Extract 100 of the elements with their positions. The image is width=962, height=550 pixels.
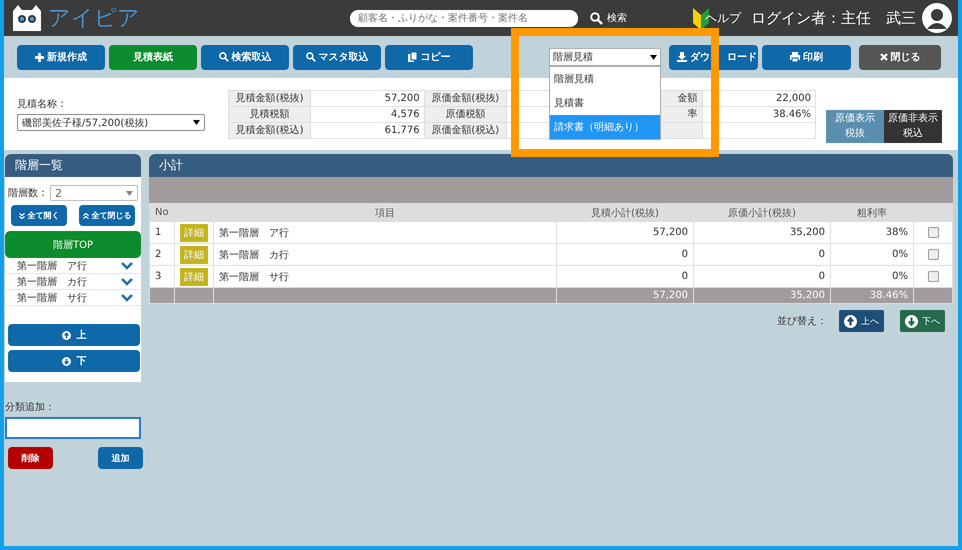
copy-icon bbox=[408, 52, 418, 62]
toolbar-button[interactable]: 検索取込 bbox=[201, 44, 289, 70]
panel-header: 小計 bbox=[149, 154, 953, 177]
tree-item[interactable]: 第一階層 カ行 bbox=[17, 274, 87, 288]
help-link[interactable]: ヘルプ bbox=[705, 10, 741, 26]
download-icon bbox=[677, 52, 687, 62]
search-icon bbox=[306, 52, 316, 62]
toolbar-button[interactable]: 見積表紙 bbox=[109, 44, 197, 70]
table-cell: 35,200 bbox=[790, 227, 825, 238]
caret-icon bbox=[126, 190, 133, 196]
delete-button[interactable]: 削除 bbox=[8, 447, 53, 469]
panel-header: 階層一覧 bbox=[5, 154, 141, 177]
table-cell: 1 bbox=[155, 227, 162, 238]
summary-label: 見積税額 bbox=[250, 109, 290, 120]
move-up-button[interactable]: 上 bbox=[8, 324, 140, 346]
table-cell: 2 bbox=[155, 249, 162, 260]
toolbar-button[interactable]: コピー bbox=[385, 44, 473, 70]
app-logo[interactable]: アイピア bbox=[48, 3, 140, 33]
chevron-icon[interactable] bbox=[121, 278, 133, 286]
dropdown-option[interactable]: 見積書 bbox=[550, 91, 660, 115]
summary-label: 率 bbox=[688, 109, 698, 120]
summary-value: 4,576 bbox=[391, 108, 420, 120]
table-cell: 0% bbox=[892, 249, 908, 260]
login-user-text: ログイン者：主任 武三 bbox=[751, 8, 916, 28]
search-icon bbox=[218, 52, 228, 62]
total-cell: 35,200 bbox=[790, 290, 825, 301]
summary-label: 原価金額(税込) bbox=[431, 125, 500, 136]
sort-down-button[interactable]: 下へ bbox=[900, 310, 945, 332]
row-checkbox[interactable] bbox=[928, 270, 938, 282]
column-header: No bbox=[155, 207, 169, 218]
table-cell: 第一階層 カ行 bbox=[219, 250, 289, 260]
chevron-icon[interactable] bbox=[121, 294, 133, 302]
table-cell: 0 bbox=[682, 271, 688, 282]
table-cell: 0 bbox=[818, 249, 825, 260]
row-checkbox[interactable] bbox=[928, 248, 938, 260]
summary-value: 22,000 bbox=[776, 92, 811, 104]
estimate-name-select[interactable]: 磯部美佐子様/57,200(税抜) bbox=[17, 114, 205, 131]
arrow-down-circle-icon bbox=[62, 356, 70, 366]
column-header: 原価小計(税抜) bbox=[728, 208, 796, 218]
summary-label: 原価金額(税抜) bbox=[431, 93, 500, 104]
arrow-up-circle-icon bbox=[844, 314, 857, 328]
collapse-all-button[interactable]: 全て閉じる bbox=[79, 205, 135, 226]
summary-value: 57,200 bbox=[384, 92, 420, 104]
double-chevron-down-icon bbox=[18, 212, 24, 218]
toolbar-button[interactable]: 新規作成 bbox=[17, 44, 105, 70]
summary-label: 金額 bbox=[678, 93, 698, 104]
level-count-select[interactable]: 2 bbox=[50, 185, 138, 201]
plus-icon bbox=[35, 52, 44, 62]
summary-value: 61,776 bbox=[384, 124, 420, 136]
arrow-up-circle-icon bbox=[62, 330, 70, 340]
search-button[interactable]: 検索 bbox=[590, 11, 627, 25]
level-count-label: 階層数： bbox=[8, 186, 48, 200]
total-cell: 38.46% bbox=[870, 290, 908, 301]
table-cell: 0% bbox=[892, 271, 908, 282]
table-cell: 第一階層 ア行 bbox=[219, 228, 289, 238]
total-cell: 57,200 bbox=[653, 290, 688, 301]
sort-label: 並び替え： bbox=[777, 314, 827, 328]
toggle-button[interactable]: 原価表示 税抜 bbox=[826, 110, 884, 142]
table-cell: 0 bbox=[682, 249, 688, 260]
tree-item[interactable]: 第一階層 ア行 bbox=[17, 258, 87, 272]
dropdown-option[interactable]: 階層見積 bbox=[550, 67, 660, 91]
search-icon bbox=[590, 12, 603, 24]
add-button[interactable]: 追加 bbox=[98, 447, 143, 469]
toolbar-button[interactable]: 閉じる bbox=[859, 44, 941, 70]
expand-all-button[interactable]: 全て開く bbox=[11, 205, 67, 226]
column-header: 見積小計(税抜) bbox=[591, 208, 659, 218]
move-down-button[interactable]: 下 bbox=[8, 350, 140, 372]
column-header: 粗利率 bbox=[857, 208, 887, 218]
arrow-down-circle-icon bbox=[905, 314, 918, 328]
table-cell: 0 bbox=[818, 271, 825, 282]
double-chevron-up-icon bbox=[82, 212, 88, 218]
estimate-name-label: 見積名称： bbox=[17, 98, 68, 111]
caret-icon bbox=[193, 120, 200, 125]
tree-item[interactable]: 第一階層 サ行 bbox=[17, 290, 87, 304]
summary-label: 見積金額(税込) bbox=[236, 125, 304, 136]
toggle-button[interactable]: 原価非表示 税込 bbox=[884, 110, 942, 142]
owl-logo-icon bbox=[10, 3, 44, 33]
caret-icon bbox=[650, 54, 657, 60]
table-cell: 57,200 bbox=[653, 227, 688, 238]
format-select[interactable]: 階層見積 bbox=[549, 48, 661, 66]
category-input[interactable] bbox=[5, 417, 141, 439]
printer-icon bbox=[790, 52, 800, 62]
toolbar-button[interactable]: マスタ取込 bbox=[293, 44, 381, 70]
summary-label: 見積金額(税抜) bbox=[236, 93, 304, 104]
chevron-icon[interactable] bbox=[121, 262, 133, 270]
avatar-icon[interactable] bbox=[922, 3, 952, 33]
toolbar-button[interactable]: ダウ ロード bbox=[669, 44, 758, 70]
close-icon bbox=[880, 53, 888, 61]
table-cell: 3 bbox=[155, 271, 162, 282]
table-cell: 38% bbox=[886, 227, 908, 238]
dropdown-option[interactable]: 請求書（明細あり） bbox=[550, 115, 660, 139]
category-add-label: 分類追加： bbox=[5, 400, 56, 414]
table-cell: 第一階層 サ行 bbox=[219, 272, 289, 282]
level-top-button[interactable]: 階層TOP bbox=[5, 231, 141, 258]
row-checkbox[interactable] bbox=[928, 226, 938, 238]
sort-up-button[interactable]: 上へ bbox=[839, 310, 884, 332]
summary-value: 38.46% bbox=[772, 108, 811, 120]
summary-label: 原価税額 bbox=[445, 109, 486, 120]
toolbar-button[interactable]: 印刷 bbox=[762, 44, 851, 70]
column-header: 項目 bbox=[375, 208, 395, 218]
